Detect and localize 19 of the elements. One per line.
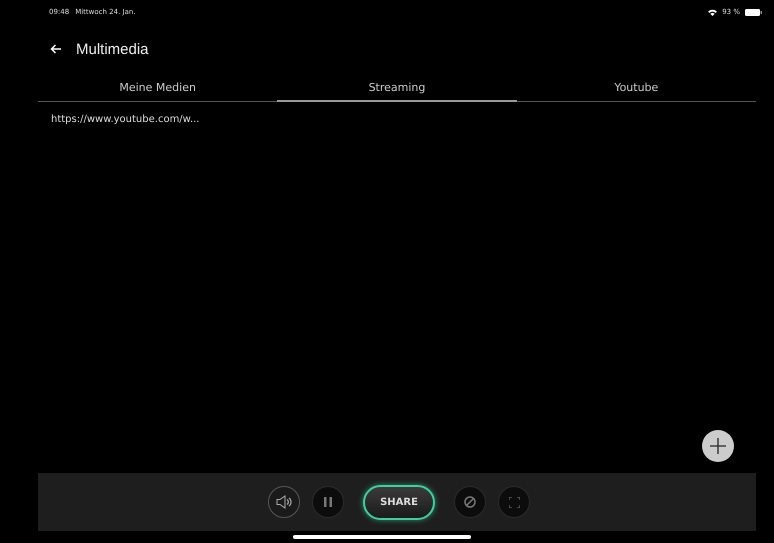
battery-icon [745, 8, 762, 16]
speaker-icon [276, 495, 292, 509]
back-button[interactable] [50, 44, 62, 54]
pause-button[interactable] [312, 486, 344, 518]
block-icon [464, 496, 476, 508]
share-button[interactable]: SHARE [363, 484, 435, 520]
tab[interactable]: Youtube [516, 73, 756, 102]
plus-icon [710, 438, 726, 454]
tab[interactable]: Meine Medien [38, 73, 278, 102]
block-button[interactable] [454, 486, 486, 518]
wifi-icon [708, 8, 718, 16]
page-title: Multimedia [76, 40, 149, 58]
tab[interactable]: Streaming [277, 73, 517, 102]
back-arrow-icon [50, 44, 62, 54]
fullscreen-icon [508, 496, 520, 508]
add-button[interactable] [702, 430, 734, 462]
stream-url[interactable]: https://www.youtube.com/w... [51, 114, 774, 125]
volume-button[interactable] [268, 486, 300, 518]
pause-icon [324, 497, 332, 507]
